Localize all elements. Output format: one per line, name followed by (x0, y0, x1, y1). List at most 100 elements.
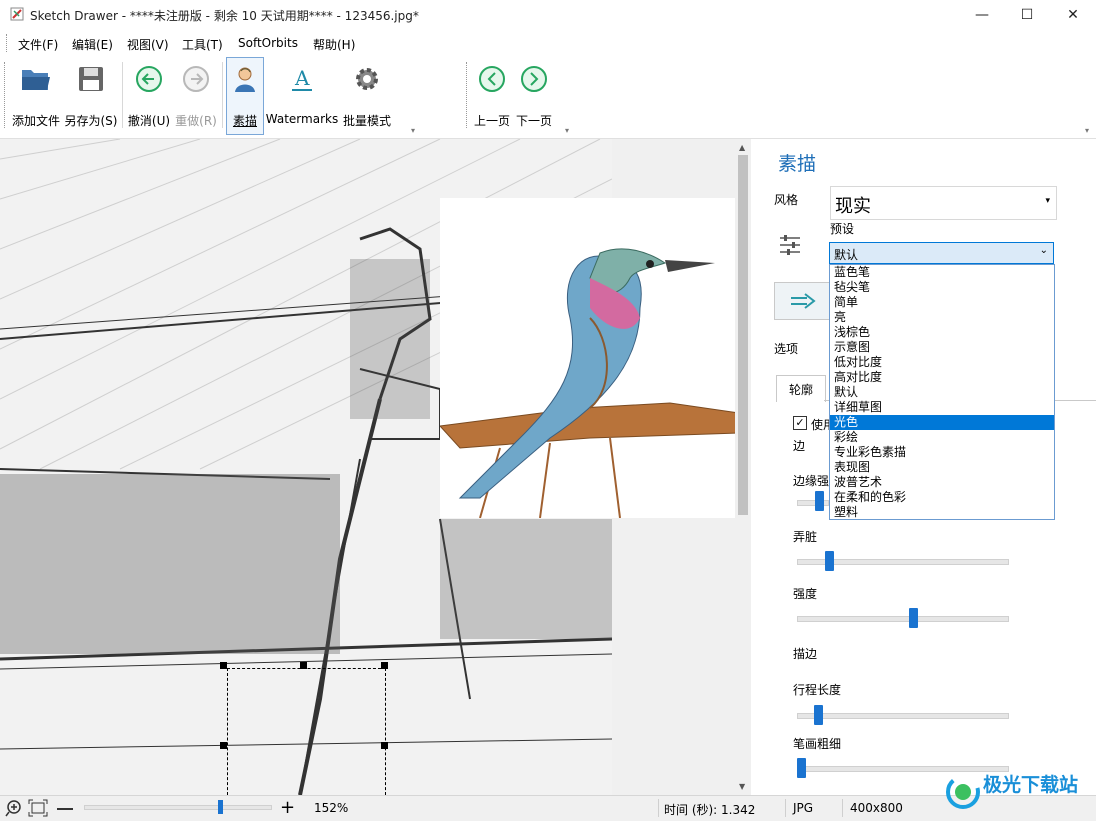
preset-option[interactable]: 示意图 (830, 340, 1054, 355)
zoom-out-icon[interactable] (57, 808, 73, 810)
edge-strength-label: 边缘强 (793, 474, 830, 488)
minimize-button[interactable]: — (959, 0, 1005, 30)
menu-help[interactable]: 帮助(H) (313, 36, 355, 53)
preset-option[interactable]: 低对比度 (830, 355, 1054, 370)
tab-outline[interactable]: 轮廓 (776, 375, 826, 402)
swirl-logo-icon (946, 775, 980, 809)
maximize-button[interactable]: ☐ (1004, 0, 1050, 30)
preset-option[interactable]: 波普艺术 (830, 475, 1054, 490)
menu-view[interactable]: 视图(V) (127, 36, 169, 53)
menu-bar: 文件(F) 编辑(E) 视图(V) 工具(T) SoftOrbits 帮助(H) (0, 30, 1096, 56)
previous-page-button[interactable]: 上一页 (472, 58, 512, 130)
menu-file[interactable]: 文件(F) (18, 36, 58, 53)
stroke-length-label: 行程长度 (793, 683, 842, 697)
resize-handle[interactable] (220, 662, 227, 669)
intensity-slider-thumb[interactable] (908, 608, 918, 628)
preset-option[interactable]: 在柔和的色彩 (830, 490, 1054, 505)
preset-option[interactable]: 蓝色笔 (830, 265, 1054, 280)
menu-grip (6, 34, 9, 52)
arrow-right-circle-icon (179, 62, 213, 96)
close-button[interactable]: ✕ (1050, 0, 1096, 30)
edge-strength-slider[interactable] (797, 500, 829, 506)
stroke-length-slider[interactable] (797, 713, 1009, 719)
next-page-button[interactable]: 下一页 (514, 58, 554, 130)
resize-handle[interactable] (300, 662, 307, 669)
dirty-slider-thumb[interactable] (824, 551, 834, 571)
app-icon (10, 7, 24, 21)
redo-button[interactable]: 重做(R) (172, 58, 220, 130)
preset-option[interactable]: 浅棕色 (830, 325, 1054, 340)
preset-dropdown-list[interactable]: 蓝色笔 毡尖笔 简单亮浅棕色 示意图 低对比度 高对比度 默认 详细草图 光色 彩绘 专业彩色素描表… (829, 264, 1055, 520)
status-separator (842, 799, 843, 817)
scroll-up-icon[interactable]: ▲ (739, 143, 745, 152)
resize-handle[interactable] (381, 662, 388, 669)
watermarks-button[interactable]: A Watermarks (265, 58, 339, 130)
preset-option[interactable]: 详细草图 (830, 400, 1054, 415)
zoom-slider[interactable] (84, 805, 272, 810)
gear-icon (350, 62, 384, 96)
use-checkbox[interactable]: ✓ (793, 416, 807, 430)
undo-button[interactable]: 撤消(U) (126, 58, 172, 130)
batch-mode-button[interactable]: 批量模式 (341, 58, 393, 130)
status-separator (658, 799, 659, 817)
toolbar-overflow-icon[interactable]: ▾ (411, 126, 415, 135)
intensity-slider[interactable] (797, 616, 1009, 622)
fit-to-window-icon[interactable] (28, 799, 48, 820)
preset-option[interactable]: 亮 (830, 310, 1054, 325)
text-a-icon: A (285, 62, 319, 96)
resize-handle[interactable] (220, 742, 227, 749)
stroke-width-slider-thumb[interactable] (797, 758, 807, 778)
toolbar-separator (222, 62, 223, 128)
preset-option[interactable]: 高对比度 (830, 370, 1054, 385)
zoom-level: 152% (314, 801, 349, 815)
preset-option[interactable]: 简单 (830, 295, 1054, 310)
stroke-label: 描边 (793, 647, 818, 661)
preset-option[interactable]: 毡尖笔 (830, 280, 1054, 295)
portrait-sketch-icon (228, 62, 262, 96)
processing-time: 时间 (秒): 1.342 (664, 803, 756, 817)
zoom-in-icon[interactable] (5, 799, 23, 820)
status-bar: + 152% 时间 (秒): 1.342 JPG 400x800 (0, 795, 1096, 821)
preset-option[interactable]: 塑料 (830, 505, 1054, 520)
edge-label: 边 (793, 439, 806, 453)
site-watermark: 极光下载站 (945, 768, 1095, 818)
zoom-slider-thumb[interactable] (218, 800, 223, 814)
scroll-down-icon[interactable]: ▼ (739, 782, 745, 791)
arrow-left-circle-icon (475, 62, 509, 96)
add-file-button[interactable]: 添加文件 (10, 58, 62, 130)
stroke-length-slider-thumb[interactable] (814, 705, 823, 725)
menu-tools[interactable]: 工具(T) (182, 36, 223, 53)
preset-option[interactable]: 光色 (830, 415, 1054, 430)
chevron-down-icon: ⌄ (1039, 245, 1048, 256)
image-size: 400x800 (850, 801, 903, 815)
preset-label: 预设 (830, 222, 855, 236)
selection-rectangle[interactable] (227, 668, 386, 795)
sketch-button[interactable]: 素描 (226, 57, 264, 135)
preset-option[interactable]: 专业彩色素描 (830, 445, 1054, 460)
toolbar-overflow-icon[interactable]: ▾ (565, 126, 569, 135)
resize-handle[interactable] (381, 742, 388, 749)
stroke-width-label: 笔画粗细 (793, 737, 842, 751)
chevron-down-icon: ▾ (1045, 196, 1050, 206)
preset-select[interactable]: 默认 ⌄ (829, 242, 1054, 264)
arrow-left-circle-icon (132, 62, 166, 96)
toolbar-grip (4, 62, 7, 128)
style-label: 风格 (774, 193, 799, 207)
status-separator (785, 799, 786, 817)
zoom-in-plus-icon[interactable]: + (280, 799, 295, 817)
toolbar-overflow-icon[interactable]: ▾ (1085, 126, 1089, 135)
preset-option[interactable]: 默认 (830, 385, 1054, 400)
style-select[interactable]: 现实 ▾ (830, 186, 1057, 220)
arrow-right-icon (791, 293, 816, 309)
apply-button[interactable] (774, 282, 832, 320)
image-format: JPG (793, 801, 814, 815)
preset-option[interactable]: 彩绘 (830, 430, 1054, 445)
menu-edit[interactable]: 编辑(E) (72, 36, 113, 53)
preset-option[interactable]: 表现图 (830, 460, 1054, 475)
menu-softorbits[interactable]: SoftOrbits (238, 36, 298, 50)
slider-thumb[interactable] (815, 491, 824, 511)
toolbar-grip (466, 62, 469, 128)
sliders-settings-icon[interactable] (778, 233, 802, 260)
toolbar-separator (122, 62, 123, 128)
save-as-button[interactable]: 另存为(S) (64, 58, 118, 130)
